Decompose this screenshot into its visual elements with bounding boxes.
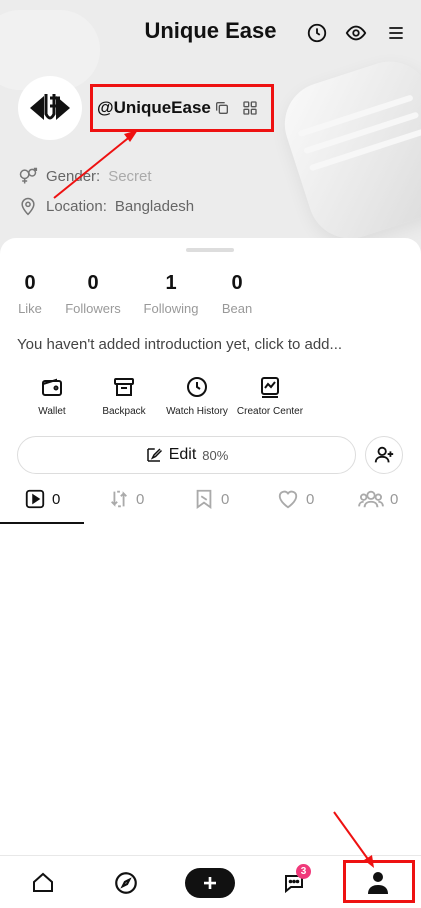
plus-icon	[185, 867, 235, 898]
stat-value: 0	[87, 272, 99, 294]
edit-label: Edit	[168, 446, 197, 463]
stat-value: 0	[24, 272, 36, 294]
introduction-prompt[interactable]: You haven't added introduction yet, clic…	[17, 336, 342, 353]
repost-icon	[111, 490, 127, 508]
tab-saved[interactable]: 0	[193, 488, 229, 510]
group-icon	[358, 490, 384, 508]
stat-label: Followers	[65, 301, 121, 316]
tab-likes[interactable]: 0	[276, 488, 314, 510]
gender-row: Gender: Secret	[18, 166, 152, 186]
compass-icon	[115, 871, 137, 894]
location-label: Location:	[46, 197, 107, 215]
bottom-navigation: 3	[0, 855, 421, 908]
profile-completion: 80%	[202, 447, 229, 463]
history-icon[interactable]	[304, 20, 330, 46]
tab-reposts[interactable]: 0	[108, 488, 144, 510]
profile-sheet: 0 Like 0 Followers 1 Following 0 Bean Yo…	[0, 238, 421, 858]
home-icon	[33, 872, 53, 892]
drag-handle[interactable]	[186, 248, 234, 252]
stat-bean[interactable]: 0 Bean	[218, 272, 256, 316]
stat-value: 0	[231, 272, 243, 294]
tab-count: 0	[306, 490, 315, 508]
tab-count: 0	[221, 490, 230, 508]
unread-badge: 3	[296, 864, 311, 879]
tab-count: 0	[136, 490, 145, 508]
heart-icon	[278, 490, 298, 509]
gender-value: Secret	[108, 167, 152, 185]
location-value: Bangladesh	[114, 197, 195, 215]
tab-videos[interactable]: 0	[24, 488, 60, 510]
location-row: Location: Bangladesh	[18, 196, 194, 216]
nav-discover[interactable]	[96, 856, 156, 908]
tool-label: Creator Center	[236, 406, 304, 417]
tab-count: 0	[52, 490, 61, 508]
nav-messages[interactable]: 3	[264, 856, 324, 908]
nav-profile[interactable]	[348, 856, 408, 908]
stat-label: Bean	[221, 301, 253, 316]
edit-profile-button[interactable]: Edit 80%	[17, 436, 356, 474]
stat-like[interactable]: 0 Like	[17, 272, 43, 316]
tab-count: 0	[390, 490, 399, 508]
stat-following[interactable]: 1 Following	[140, 272, 202, 316]
chart-icon	[225, 374, 315, 400]
menu-icon[interactable]	[383, 20, 409, 46]
unique-ease-logo	[30, 94, 70, 120]
username[interactable]: @UniqueEase	[97, 98, 211, 118]
creator-center-button[interactable]: Creator Center	[225, 374, 315, 417]
gender-icon	[19, 167, 38, 184]
eye-icon[interactable]	[343, 20, 369, 46]
qr-code-icon[interactable]	[242, 100, 258, 121]
gender-label: Gender:	[46, 167, 101, 185]
active-tab-indicator	[0, 522, 84, 524]
tab-groups[interactable]: 0	[358, 488, 398, 510]
edit-icon	[146, 448, 162, 462]
nav-create[interactable]	[180, 856, 240, 908]
video-icon	[25, 489, 45, 509]
bookmark-icon	[196, 489, 212, 510]
add-friend-button[interactable]	[365, 436, 403, 474]
stat-label: Following	[143, 301, 199, 316]
copy-icon[interactable]	[214, 100, 230, 121]
add-user-icon	[374, 446, 394, 463]
avatar[interactable]	[18, 76, 82, 140]
profile-icon	[368, 871, 388, 894]
stat-followers[interactable]: 0 Followers	[62, 272, 124, 316]
stat-value: 1	[165, 272, 177, 294]
stat-label: Like	[18, 301, 42, 316]
location-pin-icon	[21, 197, 35, 216]
decorative-shape	[273, 50, 421, 250]
nav-home[interactable]	[13, 856, 73, 908]
